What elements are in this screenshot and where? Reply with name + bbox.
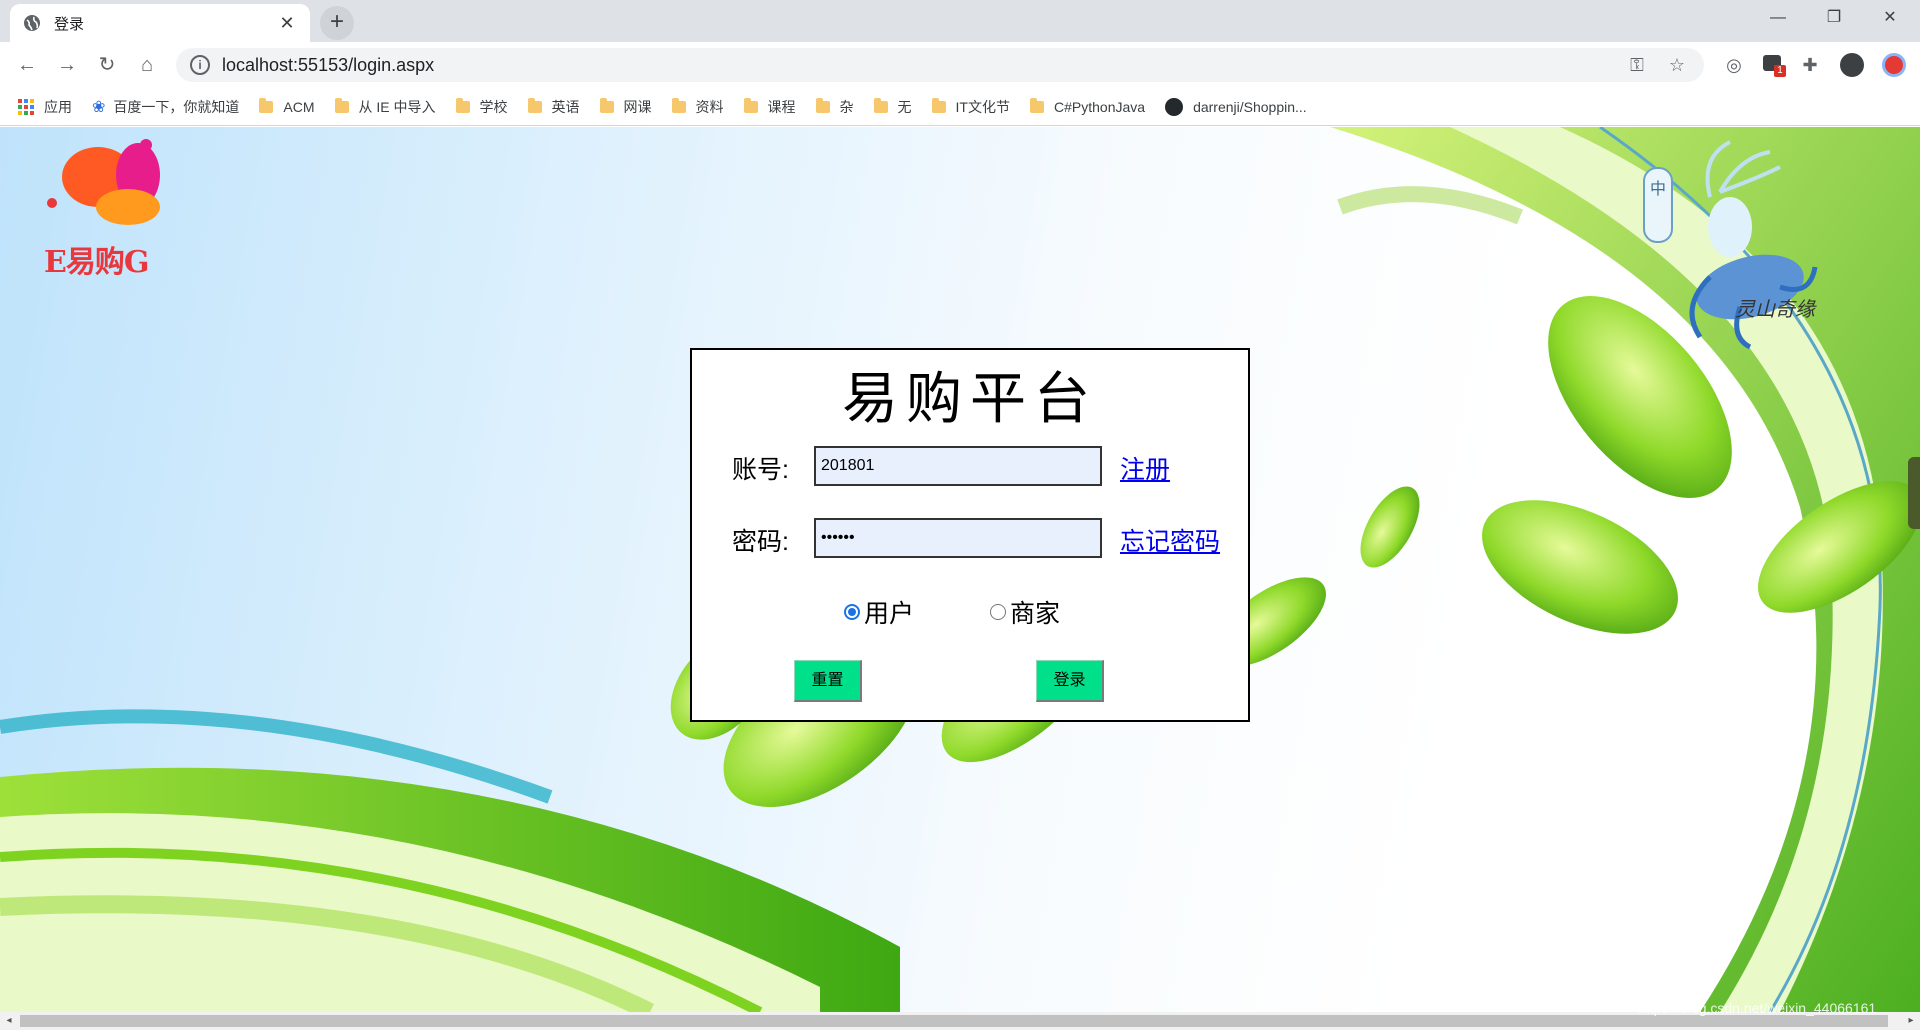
- login-button[interactable]: 登录: [1036, 660, 1104, 702]
- radio-unselected-icon[interactable]: [990, 604, 1006, 620]
- account-input[interactable]: [814, 446, 1102, 486]
- role-radio-merchant[interactable]: 商家: [990, 594, 1060, 630]
- bookmark-folder-materials[interactable]: 资料: [671, 97, 724, 117]
- key-icon[interactable]: ⚿: [1624, 55, 1650, 76]
- new-tab-button[interactable]: +: [320, 6, 354, 40]
- bookmark-folder-misc[interactable]: 杂: [815, 97, 854, 117]
- account-label: 账号:: [732, 456, 789, 484]
- bookmark-github[interactable]: darrenji/Shoppin...: [1165, 97, 1307, 116]
- restore-button[interactable]: ❐: [1806, 0, 1862, 36]
- bookmark-folder-courses[interactable]: 课程: [743, 97, 796, 117]
- bookmark-folder-languages[interactable]: C#PythonJava: [1030, 97, 1146, 115]
- scrollbar-thumb[interactable]: [20, 1015, 1888, 1027]
- browser-tab[interactable]: 登录 ✕: [10, 4, 310, 42]
- bookmark-label: 英语: [551, 98, 580, 115]
- bookmark-label: 学校: [479, 98, 508, 115]
- site-info-icon[interactable]: i: [190, 55, 210, 75]
- bookmark-label: 课程: [767, 98, 796, 115]
- page-title: 易购平台: [842, 367, 1098, 432]
- bookmark-folder-english[interactable]: 英语: [527, 97, 580, 117]
- bookmark-label: 应用: [44, 98, 72, 115]
- minimize-button[interactable]: —: [1750, 0, 1806, 36]
- role-merchant-label: 商家: [1010, 600, 1061, 628]
- register-link[interactable]: 注册: [1120, 450, 1170, 486]
- reset-button[interactable]: 重置: [794, 660, 862, 702]
- profile-avatar-icon[interactable]: [1838, 51, 1866, 79]
- horizontal-scrollbar[interactable]: ◂ ▸: [0, 1012, 1920, 1030]
- bookmark-label: C#PythonJava: [1054, 98, 1146, 115]
- bookmarks-bar: 应用 ❀ 百度一下，你就知道 ACM 从 IE 中导入 学校 英语 网课 资料 …: [0, 88, 1920, 126]
- tab-close-icon[interactable]: ✕: [276, 12, 298, 34]
- bookmark-folder-none[interactable]: 无: [873, 97, 912, 117]
- baidu-paw-icon: ❀: [92, 98, 106, 116]
- title-bar: 登录 ✕ + — ❐ ✕: [0, 0, 1920, 42]
- page-content: E易购G 中 灵山奇缘 易购平台 账号: 注册 密码: 忘记密码 用户 商家 重…: [0, 127, 1920, 1012]
- bookmark-apps[interactable]: 应用: [18, 97, 72, 117]
- extension-badge-count: 1: [1774, 65, 1786, 77]
- extension-badge-icon[interactable]: 1: [1758, 51, 1786, 79]
- reload-icon[interactable]: ↻: [92, 50, 122, 80]
- url-text[interactable]: localhost:55153/login.aspx: [222, 55, 1610, 76]
- forward-arrow-icon[interactable]: →: [52, 50, 82, 80]
- close-window-button[interactable]: ✕: [1862, 0, 1918, 36]
- bookmark-label: 无: [897, 98, 912, 115]
- radio-selected-icon[interactable]: [844, 604, 860, 620]
- bookmark-star-icon[interactable]: ☆: [1664, 55, 1690, 76]
- folder-icon: [1030, 97, 1044, 113]
- role-user-label: 用户: [864, 600, 915, 628]
- folder-icon: [259, 97, 274, 113]
- browser-toolbar: ← → ↻ ⌂ i localhost:55153/login.aspx ⚿ ☆…: [0, 42, 1920, 88]
- bookmark-label: 网课: [623, 98, 652, 115]
- apps-icon: [18, 98, 34, 115]
- back-arrow-icon[interactable]: ←: [12, 50, 42, 80]
- password-label: 密码:: [732, 528, 789, 556]
- bookmark-label: 资料: [695, 98, 724, 115]
- update-icon[interactable]: [1880, 51, 1908, 79]
- folder-icon: [931, 97, 946, 113]
- tab-title: 登录: [54, 15, 85, 33]
- logo-text: E易购G: [44, 245, 149, 280]
- mascot-label: 灵山奇缘: [1735, 297, 1815, 321]
- folder-icon: [671, 97, 686, 113]
- scroll-right-icon[interactable]: ▸: [1902, 1012, 1920, 1030]
- folder-icon: [527, 97, 542, 113]
- bookmark-folder-ie-import[interactable]: 从 IE 中导入: [334, 97, 436, 117]
- watermark-text: https://blog.csdn.net/weixin_44066161: [1638, 1000, 1877, 1016]
- role-radio-user[interactable]: 用户: [844, 594, 914, 630]
- folder-icon: [873, 97, 888, 113]
- puzzle-extensions-icon[interactable]: ✚: [1796, 51, 1824, 79]
- home-icon[interactable]: ⌂: [132, 50, 162, 80]
- bookmark-label: 杂: [839, 98, 854, 115]
- address-bar[interactable]: i localhost:55153/login.aspx ⚿ ☆: [176, 48, 1704, 82]
- folder-icon: [599, 97, 614, 113]
- folder-icon: [334, 97, 349, 113]
- folder-icon: [743, 97, 758, 113]
- bookmark-folder-online-courses[interactable]: 网课: [599, 97, 652, 117]
- bookmark-label: darrenji/Shoppin...: [1193, 98, 1307, 115]
- folder-icon: [455, 97, 470, 113]
- bookmark-label: ACM: [283, 98, 315, 115]
- bookmark-baidu[interactable]: ❀ 百度一下，你就知道: [92, 97, 239, 117]
- bookmark-folder-it-festival[interactable]: IT文化节: [931, 97, 1010, 117]
- forgot-password-link[interactable]: 忘记密码: [1120, 522, 1220, 558]
- bookmark-label: 百度一下，你就知道: [113, 98, 240, 115]
- bookmark-label: 从 IE 中导入: [358, 98, 436, 115]
- github-icon: [1165, 97, 1184, 116]
- bookmark-label: IT文化节: [955, 98, 1010, 115]
- login-form: 易购平台 账号: 注册 密码: 忘记密码 用户 商家 重置 登录: [690, 348, 1250, 722]
- globe-icon: [24, 15, 40, 31]
- scroll-left-icon[interactable]: ◂: [0, 1012, 18, 1030]
- extension-lens-icon[interactable]: ◎: [1720, 51, 1748, 79]
- bookmark-folder-school[interactable]: 学校: [455, 97, 508, 117]
- side-handle[interactable]: [1908, 457, 1920, 529]
- bookmark-folder-acm[interactable]: ACM: [259, 97, 315, 115]
- folder-icon: [815, 97, 830, 113]
- password-input[interactable]: [814, 518, 1102, 558]
